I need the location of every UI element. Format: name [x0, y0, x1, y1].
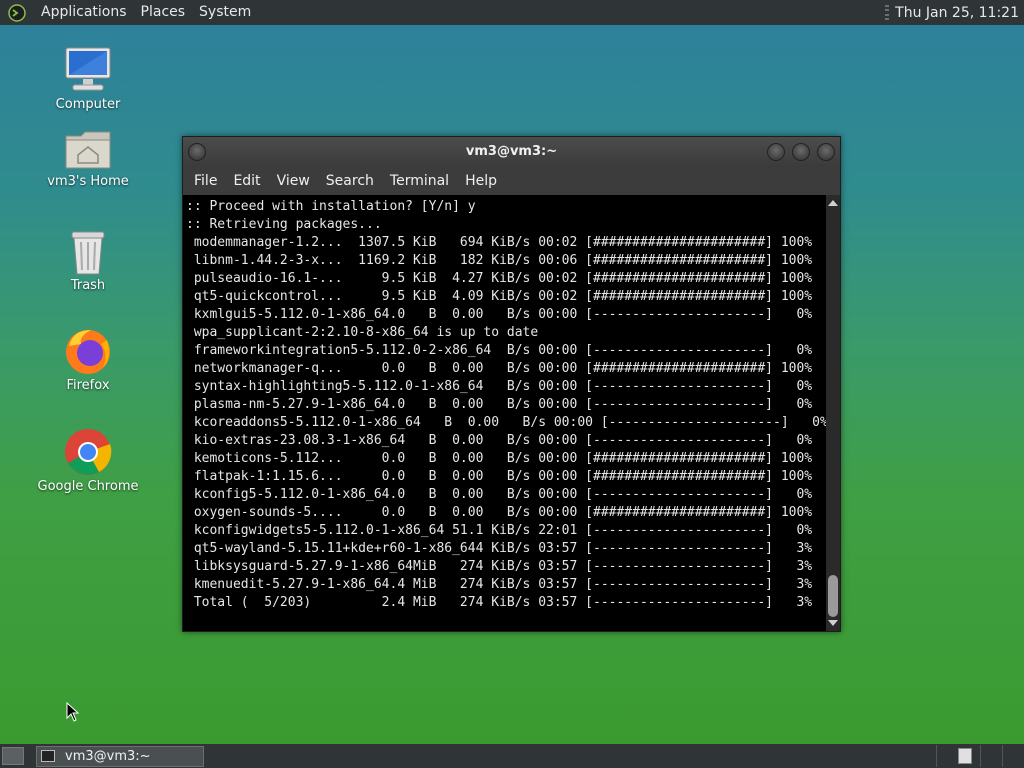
minimize-button[interactable]	[767, 143, 785, 161]
desktop-icon-label: Google Chrome	[37, 479, 139, 494]
panel-grip-icon	[885, 4, 890, 21]
scrollbar-thumb[interactable]	[828, 575, 838, 617]
taskbar-terminal-button[interactable]: vm3@vm3:~	[36, 745, 204, 767]
terminal-line: libksysguard-5.27.9-1-x86_64MiB 274 KiB/…	[186, 559, 813, 574]
scroll-down-arrow-icon[interactable]	[828, 620, 838, 626]
top-panel: Applications Places System Thu Jan 25, 1…	[0, 0, 1024, 25]
menu-file[interactable]: File	[186, 173, 225, 189]
terminal-line: kemoticons-5.112... 0.0 B 0.00 B/s 00:00…	[186, 451, 813, 466]
menu-terminal[interactable]: Terminal	[382, 173, 457, 189]
terminal-line: kmenuedit-5.27.9-1-x86_64.4 MiB 274 KiB/…	[186, 577, 813, 592]
desktop-icon-label: Firefox	[66, 378, 110, 393]
window-menu-button[interactable]	[188, 143, 206, 161]
terminal-menubar: File Edit View Search Terminal Help	[183, 167, 840, 195]
menu-search[interactable]: Search	[318, 173, 382, 189]
scroll-up-arrow-icon[interactable]	[828, 200, 838, 206]
terminal-line: kcoreaddons5-5.112.0-1-x86_64 B 0.00 B/s…	[186, 415, 826, 430]
terminal-icon	[41, 750, 55, 762]
panel-separator	[1002, 745, 1024, 767]
firefox-icon	[66, 330, 110, 374]
clock[interactable]: Thu Jan 25, 11:21	[895, 5, 1024, 21]
desktop-icon-label: Computer	[55, 97, 121, 112]
mint-logo-icon[interactable]	[8, 3, 26, 22]
terminal-line: kconfig5-5.112.0-1-x86_64.0 B 0.00 B/s 0…	[186, 487, 813, 502]
terminal-output[interactable]: :: Proceed with installation? [Y/n] y:: …	[183, 195, 826, 631]
terminal-line: wpa_supplicant-2:2.10-8-x86_64 is up to …	[186, 325, 539, 340]
desktop-icon-firefox[interactable]: Firefox	[33, 326, 143, 393]
panel-separator	[980, 745, 1002, 767]
desktop-icon-home[interactable]: vm3's Home	[33, 128, 143, 189]
terminal-line: frameworkintegration5-5.112.0-2-x86_64 B…	[186, 343, 813, 358]
desktop-icon-computer[interactable]: Computer	[33, 45, 143, 112]
menu-view[interactable]: View	[269, 173, 318, 189]
terminal-line: :: Proceed with installation? [Y/n] y	[186, 199, 476, 214]
terminal-scrollbar[interactable]	[826, 195, 840, 631]
menu-help[interactable]: Help	[457, 173, 505, 189]
terminal-line: networkmanager-q... 0.0 B 0.00 B/s 00:00…	[186, 361, 813, 376]
bottom-panel: vm3@vm3:~	[0, 744, 1024, 768]
desktop-icon-label: vm3's Home	[47, 174, 129, 189]
desktop-icon-chrome[interactable]: Google Chrome	[33, 427, 143, 494]
terminal-line: :: Retrieving packages...	[186, 217, 382, 232]
terminal-line: syntax-highlighting5-5.112.0-1-x86_64 B/…	[186, 379, 813, 394]
places-menu[interactable]: Places	[134, 0, 193, 25]
close-button[interactable]	[817, 143, 835, 161]
show-desktop-icon[interactable]	[2, 747, 24, 765]
terminal-line: qt5-wayland-5.15.11+kde+r60-1-x86_644 Ki…	[186, 541, 813, 556]
window-title: vm3@vm3:~	[465, 144, 558, 159]
mouse-cursor-icon	[66, 702, 80, 722]
terminal-line: libnm-1.44.2-3-x... 1169.2 KiB 182 KiB/s…	[186, 253, 813, 268]
terminal-line: oxygen-sounds-5.... 0.0 B 0.00 B/s 00:00…	[186, 505, 813, 520]
desktop-icon-trash[interactable]: Trash	[33, 228, 143, 293]
terminal-line: modemmanager-1.2... 1307.5 KiB 694 KiB/s…	[186, 235, 813, 250]
terminal-line: qt5-quickcontrol... 9.5 KiB 4.09 KiB/s 0…	[186, 289, 813, 304]
trash-icon	[71, 231, 105, 275]
terminal-line: flatpak-1:1.15.6... 0.0 B 0.00 B/s 00:00…	[186, 469, 813, 484]
terminal-line: kio-extras-23.08.3-1-x86_64 B 0.00 B/s 0…	[186, 433, 813, 448]
terminal-line: pulseaudio-16.1-... 9.5 KiB 4.27 KiB/s 0…	[186, 271, 813, 286]
system-menu[interactable]: System	[192, 0, 258, 25]
maximize-button[interactable]	[792, 143, 810, 161]
desktop-icon-label: Trash	[70, 278, 106, 293]
chrome-icon	[65, 429, 112, 475]
workspace-switcher[interactable]	[958, 748, 972, 764]
applications-menu[interactable]: Applications	[34, 0, 134, 25]
terminal-window[interactable]: vm3@vm3:~ File Edit View Search Terminal…	[182, 136, 841, 632]
home-folder-icon	[65, 131, 111, 169]
menu-edit[interactable]: Edit	[225, 173, 268, 189]
terminal-line: Total ( 5/203) 2.4 MiB 274 KiB/s 03:57 […	[186, 595, 813, 610]
terminal-line: kxmlgui5-5.112.0-1-x86_64.0 B 0.00 B/s 0…	[186, 307, 813, 322]
terminal-line: plasma-nm-5.27.9-1-x86_64.0 B 0.00 B/s 0…	[186, 397, 813, 412]
taskbar-task-label: vm3@vm3:~	[65, 748, 151, 764]
panel-separator	[936, 745, 958, 767]
terminal-line: kconfigwidgets5-5.112.0-1-x86_64 51.1 Ki…	[186, 523, 813, 538]
window-titlebar[interactable]: vm3@vm3:~	[183, 137, 840, 167]
computer-icon	[65, 47, 111, 91]
